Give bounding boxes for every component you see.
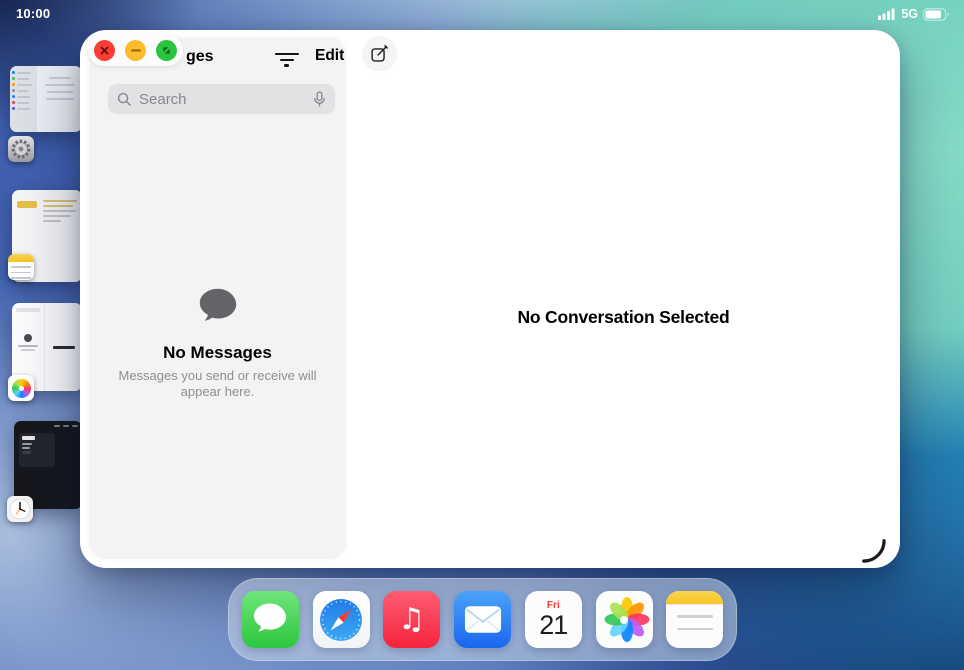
search-input[interactable] [137,90,308,109]
dock-photos-icon[interactable] [596,591,653,648]
search-bar[interactable] [108,84,335,114]
dock-notes-icon[interactable] [666,591,723,648]
music-note-icon: ♫ [398,605,425,635]
conversation-pane: No Conversation Selected [347,30,900,568]
no-messages-title: No Messages [88,343,347,363]
minimize-button[interactable] [125,40,146,61]
desktop-wallpaper: 10:00 5G [0,0,964,670]
stage-thumbnail-settings[interactable] [10,66,82,132]
settings-app-icon [8,136,34,162]
dock-safari-icon[interactable] [313,591,370,648]
clock-app-icon [7,496,33,522]
edit-button[interactable]: Edit [315,47,344,65]
messages-bubble-icon [250,601,290,638]
fullscreen-icon [161,45,172,56]
dock: ♫ Fri 21 [228,578,737,661]
search-icon [117,92,132,107]
calendar-day: 21 [539,610,567,641]
safari-compass-icon [318,597,364,643]
close-icon [100,46,109,55]
status-cluster: 5G [878,7,950,21]
message-bubble-icon [195,286,241,328]
stage-thumbnail-notes[interactable] [12,190,82,282]
messages-window: ges Edit [80,30,900,568]
photos-app-icon [8,375,34,401]
settings-window-preview [10,66,82,132]
close-button[interactable] [94,40,115,61]
fullscreen-button[interactable] [156,40,177,61]
mail-envelope-icon [464,605,502,634]
mic-icon[interactable] [313,91,326,108]
messages-sidebar: ges Edit [88,36,347,560]
window-title-partial: ges [186,48,214,66]
dock-messages-icon[interactable] [242,591,299,648]
no-messages-subtitle: Messages you send or receive will appear… [111,368,325,401]
signal-bars-icon [878,8,896,20]
dock-music-icon[interactable]: ♫ [383,591,440,648]
photos-flower-icon [596,591,653,648]
stage-thumbnail-photos[interactable] [12,303,82,391]
minimize-icon [131,49,141,52]
window-resize-handle[interactable] [859,536,886,563]
dock-mail-icon[interactable] [454,591,511,648]
no-conversation-title: No Conversation Selected [517,307,729,328]
window-controls [88,35,183,66]
notes-header-icon [666,591,723,605]
filter-icon [275,53,299,55]
battery-icon [923,8,950,21]
dock-calendar-icon[interactable]: Fri 21 [525,591,582,648]
status-time: 10:00 [16,6,50,21]
stage-thumbnail-clock[interactable] [14,421,82,509]
filter-button[interactable] [274,53,299,70]
network-label: 5G [901,7,918,21]
notes-app-icon [8,254,34,280]
sidebar-empty-state: No Messages Messages you send or receive… [88,286,347,401]
